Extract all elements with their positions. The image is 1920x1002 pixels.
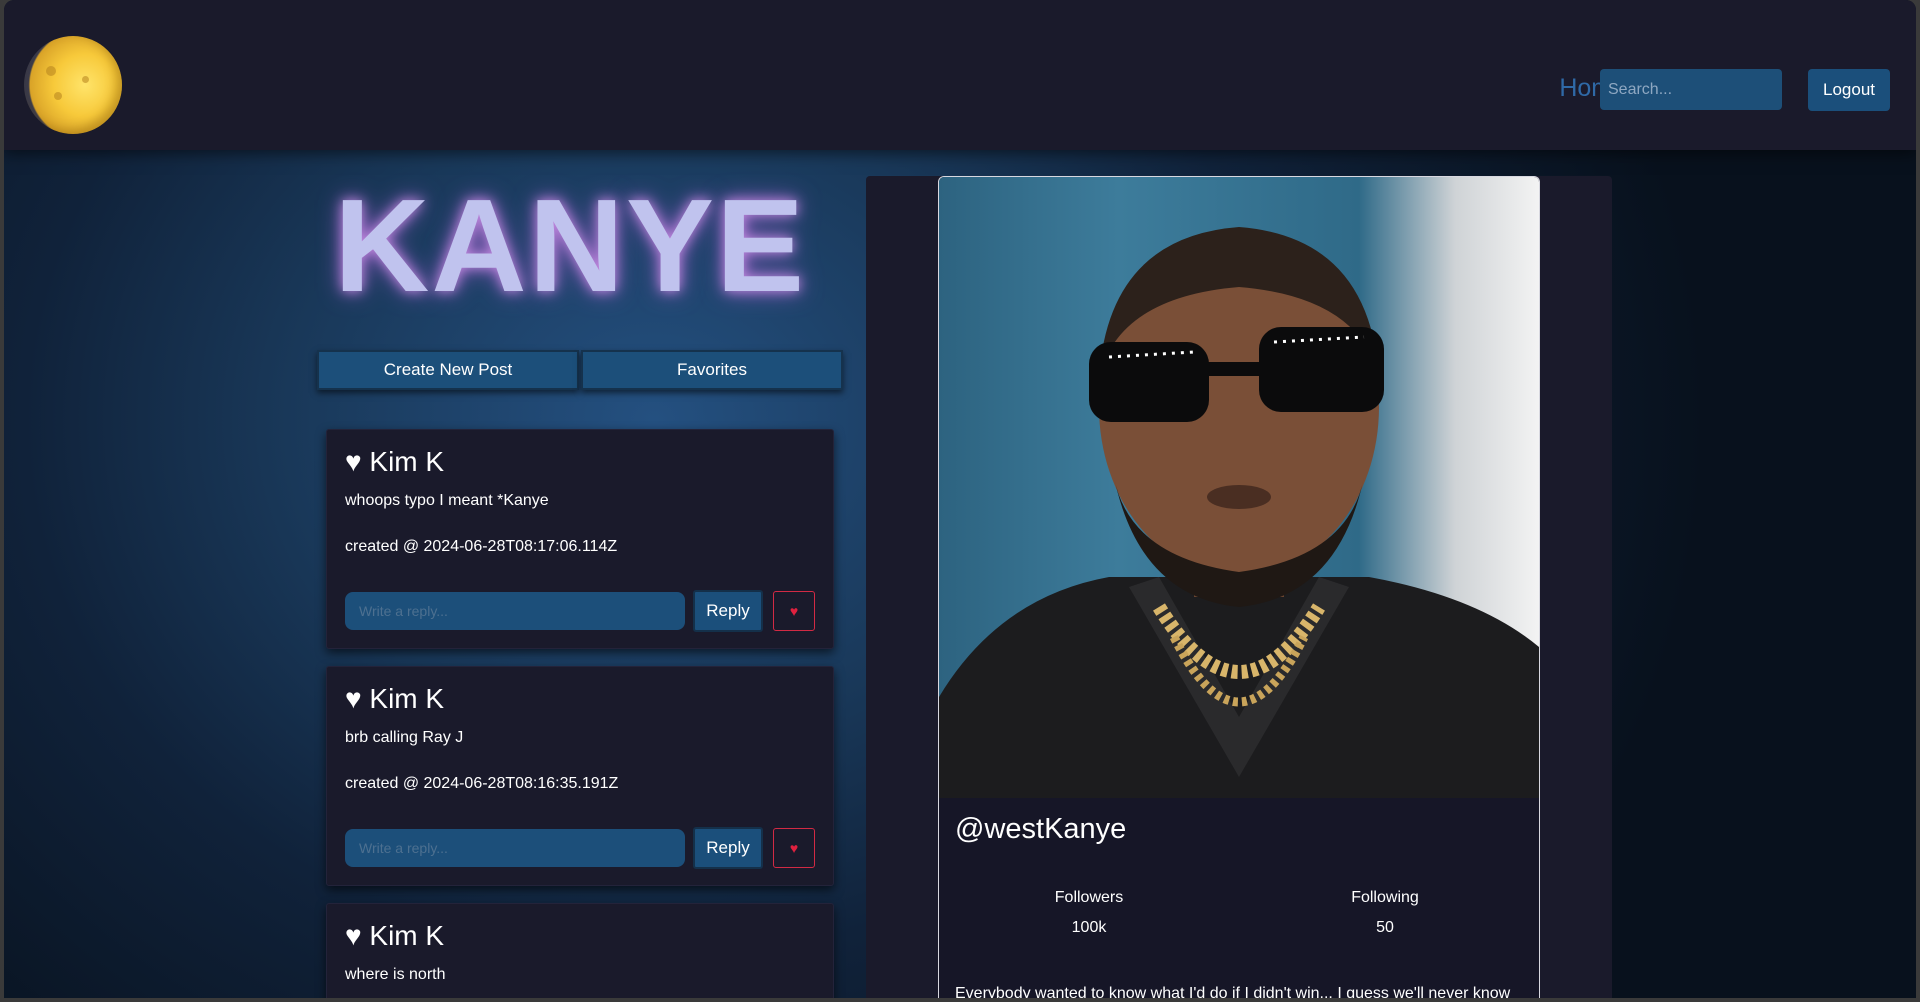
post-body: where is north [345, 966, 446, 983]
reply-row: Reply ♥ [345, 827, 815, 869]
favorite-heart-icon[interactable]: ♥ [773, 591, 815, 631]
moon-logo-icon[interactable] [24, 36, 122, 134]
logout-button[interactable]: Logout [1808, 69, 1890, 111]
reply-button[interactable]: Reply [693, 827, 763, 869]
post-author: ♥ Kim K [345, 446, 445, 477]
post-author: ♥ Kim K [345, 920, 445, 951]
reply-row: Reply ♥ [345, 590, 815, 632]
profile-photo [939, 177, 1539, 798]
post-card: ♥ Kim K where is north [326, 903, 834, 998]
reply-input[interactable] [345, 829, 685, 867]
post-card: ♥ Kim K brb calling Ray J created @ 2024… [326, 666, 834, 886]
reply-input[interactable] [345, 592, 685, 630]
post-date: created @ 2024-06-28T08:16:35.191Z [345, 775, 619, 792]
post-author: ♥ Kim K [345, 683, 445, 714]
post-body: brb calling Ray J [345, 729, 464, 746]
search-input[interactable] [1600, 69, 1782, 110]
profile-bio: Everybody wanted to know what I'd do if … [955, 985, 1511, 998]
profile-panel: @westKanye Followers 100k Following 50 E… [866, 176, 1612, 998]
profile-photo-illustration [939, 227, 1539, 798]
profile-handle: @westKanye [955, 813, 1127, 845]
page-frame: Home Logout KANYE Create New Post Favori… [4, 0, 1916, 998]
followers-label: Followers [1054, 889, 1124, 906]
favorites-button[interactable]: Favorites [581, 350, 843, 390]
profile-card: @westKanye Followers 100k Following 50 E… [938, 176, 1540, 998]
post-date: created @ 2024-06-28T08:17:06.114Z [345, 538, 618, 555]
page-title: KANYE [334, 172, 807, 319]
reply-button[interactable]: Reply [693, 590, 763, 632]
post-card: ♥ Kim K whoops typo I meant *Kanye creat… [326, 429, 834, 649]
browser-window: Home Logout KANYE Create New Post Favori… [0, 0, 1920, 1002]
create-post-button[interactable]: Create New Post [317, 350, 579, 390]
post-body: whoops typo I meant *Kanye [345, 492, 549, 509]
following-label: Following [1351, 889, 1419, 906]
following-count: 50 [1376, 919, 1394, 936]
navbar: Home Logout [4, 0, 1916, 150]
favorite-heart-icon[interactable]: ♥ [773, 828, 815, 868]
followers-count: 100k [1071, 919, 1107, 936]
